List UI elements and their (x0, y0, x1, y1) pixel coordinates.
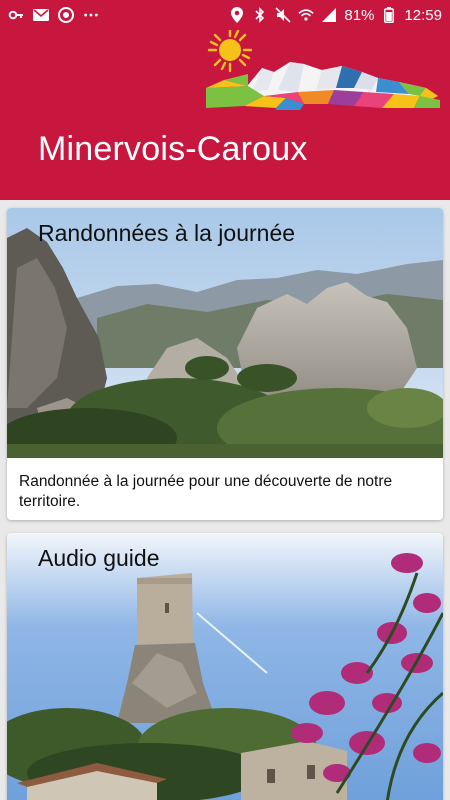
tower-landscape-image (7, 533, 443, 800)
status-bar: 81% 12:59 (0, 0, 450, 30)
card-description: Randonnée à la journée pour une découver… (19, 473, 393, 510)
clock: 12:59 (404, 6, 442, 24)
brand-logo (206, 30, 440, 110)
mail-icon (33, 7, 49, 23)
content-list[interactable]: Randonnées à la journée Randonnée à la j… (0, 200, 450, 800)
card-day-hikes[interactable]: Randonnées à la journée Randonnée à la j… (7, 208, 443, 520)
bluetooth-icon (252, 7, 268, 23)
more-icon (83, 7, 99, 23)
card-title: Randonnées à la journée (38, 220, 296, 246)
battery-icon (381, 7, 397, 23)
chat-icon (58, 7, 74, 23)
signal-icon (321, 7, 337, 23)
card-audio-guide[interactable]: Audio guide (7, 533, 443, 800)
card-title: Audio guide (38, 545, 160, 571)
wifi-icon (298, 7, 315, 23)
mute-icon (275, 7, 291, 23)
battery-percent: 81% (344, 6, 375, 24)
app-title: Minervois-Caroux (38, 130, 308, 168)
location-icon (229, 7, 245, 23)
app-header: Minervois-Caroux (0, 30, 450, 200)
key-icon (8, 7, 24, 23)
